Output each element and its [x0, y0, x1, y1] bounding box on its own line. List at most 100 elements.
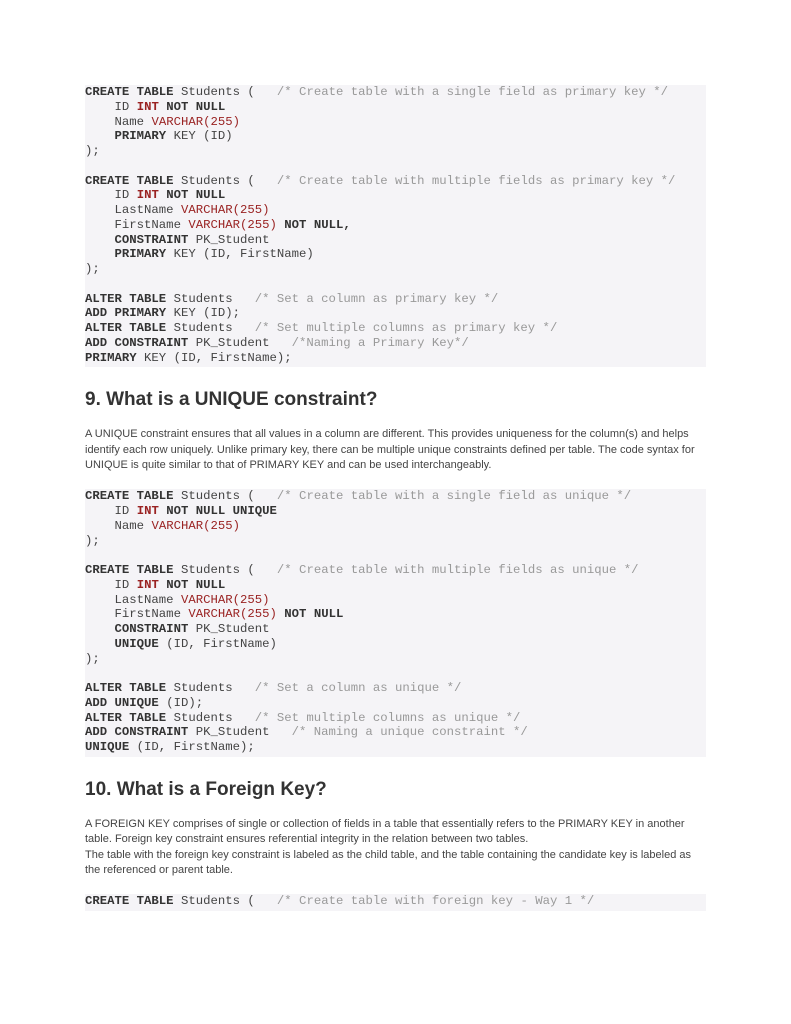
t-lastname-2: LastName: [115, 593, 174, 607]
t-key-id-semi: KEY (ID);: [174, 306, 240, 320]
kw-varchar-4: VARCHAR: [151, 519, 203, 533]
comment-u1: /* Create table with a single field as u…: [277, 489, 631, 503]
kw-constraint: CONSTRAINT: [115, 233, 189, 247]
t-255-6: (255): [240, 607, 277, 621]
t-close-2: );: [85, 262, 100, 276]
t-pk-student-4: PK_Student: [196, 725, 270, 739]
comment-4: /* Set multiple columns as primary key *…: [255, 321, 558, 335]
kw-create-table: CREATE TABLE: [85, 85, 174, 99]
t-students-7: Students: [174, 681, 233, 695]
t-students: Students: [181, 85, 240, 99]
t-pk-student-3: PK_Student: [196, 622, 270, 636]
t-firstname-2: FirstName: [115, 607, 181, 621]
t-lparen-4: (: [247, 563, 254, 577]
kw-create-table-4: CREATE TABLE: [85, 563, 174, 577]
kw-int-4: INT: [137, 578, 159, 592]
kw-alter-table-2: ALTER TABLE: [85, 321, 166, 335]
t-students-9: Students: [181, 894, 240, 908]
t-255-5: (255): [233, 593, 270, 607]
t-id-3: ID: [115, 504, 130, 518]
t-id-4: ID: [115, 578, 130, 592]
t-name: Name: [115, 115, 145, 129]
t-id: ID: [115, 100, 130, 114]
t-close-4: );: [85, 652, 100, 666]
t-id-semi: (ID);: [166, 696, 203, 710]
t-lparen: (: [247, 85, 254, 99]
para-10: A FOREIGN KEY comprises of single or col…: [85, 817, 706, 879]
kw-alter-table: ALTER TABLE: [85, 292, 166, 306]
kw-varchar-5: VARCHAR: [181, 593, 233, 607]
kw-not-null: NOT NULL: [166, 100, 225, 114]
t-close-3: );: [85, 534, 100, 548]
t-lastname: LastName: [115, 203, 174, 217]
kw-primary: PRIMARY: [115, 129, 167, 143]
t-lparen-3: (: [247, 489, 254, 503]
heading-10: 10. What is a Foreign Key?: [85, 779, 706, 801]
kw-varchar: VARCHAR: [151, 115, 203, 129]
t-students-3: Students: [174, 292, 233, 306]
code-block-foreign-key: CREATE TABLE Students ( /* Create table …: [85, 894, 706, 911]
kw-not-null-3: NOT NULL: [166, 578, 225, 592]
comment-u2: /* Create table with multiple fields as …: [277, 563, 639, 577]
t-students-4: Students: [174, 321, 233, 335]
kw-alter-table-3: ALTER TABLE: [85, 681, 166, 695]
kw-add-primary: ADD PRIMARY: [85, 306, 166, 320]
comment-2: /* Create table with multiple fields as …: [277, 174, 675, 188]
kw-add-unique: ADD UNIQUE: [85, 696, 159, 710]
kw-not-null-4: NOT NULL: [284, 607, 343, 621]
t-key-id-fn-semi: KEY (ID, FirstName);: [144, 351, 292, 365]
para-10-2: The table with the foreign key constrain…: [85, 849, 691, 876]
t-255-3: (255): [240, 218, 277, 232]
kw-int-3: INT: [137, 504, 159, 518]
code-block-primary-key: CREATE TABLE Students ( /* Create table …: [85, 85, 706, 367]
t-id-fn-semi: (ID, FirstName);: [137, 740, 255, 754]
comment-3: /* Set a column as primary key */: [255, 292, 499, 306]
kw-create-table-5: CREATE TABLE: [85, 894, 174, 908]
heading-9: 9. What is a UNIQUE constraint?: [85, 389, 706, 411]
para-10-1: A FOREIGN KEY comprises of single or col…: [85, 818, 685, 845]
kw-alter-table-4: ALTER TABLE: [85, 711, 166, 725]
code-block-unique: CREATE TABLE Students ( /* Create table …: [85, 489, 706, 757]
t-lparen-5: (: [247, 894, 254, 908]
kw-varchar-6: VARCHAR: [188, 607, 240, 621]
para-9: A UNIQUE constraint ensures that all val…: [85, 427, 706, 473]
t-lparen-2: (: [247, 174, 254, 188]
comment-f1: /* Create table with foreign key - Way 1…: [277, 894, 594, 908]
kw-constraint-2: CONSTRAINT: [115, 622, 189, 636]
kw-not-null-comma: NOT NULL,: [284, 218, 350, 232]
t-255-2: (255): [233, 203, 270, 217]
comment-u4: /* Set multiple columns as unique */: [255, 711, 521, 725]
kw-create-table-3: CREATE TABLE: [85, 489, 174, 503]
kw-add-constraint: ADD CONSTRAINT: [85, 336, 188, 350]
t-students-8: Students: [174, 711, 233, 725]
t-students-5: Students: [181, 489, 240, 503]
kw-add-constraint-2: ADD CONSTRAINT: [85, 725, 188, 739]
kw-not-null-2: NOT NULL: [166, 188, 225, 202]
kw-create-table-2: CREATE TABLE: [85, 174, 174, 188]
kw-varchar-3: VARCHAR: [188, 218, 240, 232]
comment-1: /* Create table with a single field as p…: [277, 85, 668, 99]
t-255-4: (255): [203, 519, 240, 533]
kw-primary-2: PRIMARY: [115, 247, 167, 261]
t-key-id: KEY (ID): [174, 129, 233, 143]
kw-unique-2: UNIQUE: [85, 740, 129, 754]
kw-primary-3: PRIMARY: [85, 351, 137, 365]
t-name-2: Name: [115, 519, 145, 533]
t-firstname: FirstName: [115, 218, 181, 232]
t-255: (255): [203, 115, 240, 129]
comment-5: /*Naming a Primary Key*/: [292, 336, 469, 350]
t-students-6: Students: [181, 563, 240, 577]
comment-u3: /* Set a column as unique */: [255, 681, 462, 695]
t-pk-student-2: PK_Student: [196, 336, 270, 350]
t-id-fn: (ID, FirstName): [166, 637, 277, 651]
kw-varchar-2: VARCHAR: [181, 203, 233, 217]
kw-not-null-unique: NOT NULL UNIQUE: [166, 504, 277, 518]
t-id-2: ID: [115, 188, 130, 202]
t-key-id-fn: KEY (ID, FirstName): [174, 247, 314, 261]
kw-int: INT: [137, 100, 159, 114]
kw-int-2: INT: [137, 188, 159, 202]
t-students-2: Students: [181, 174, 240, 188]
t-close: );: [85, 144, 100, 158]
comment-u5: /* Naming a unique constraint */: [292, 725, 528, 739]
t-pk-student: PK_Student: [196, 233, 270, 247]
